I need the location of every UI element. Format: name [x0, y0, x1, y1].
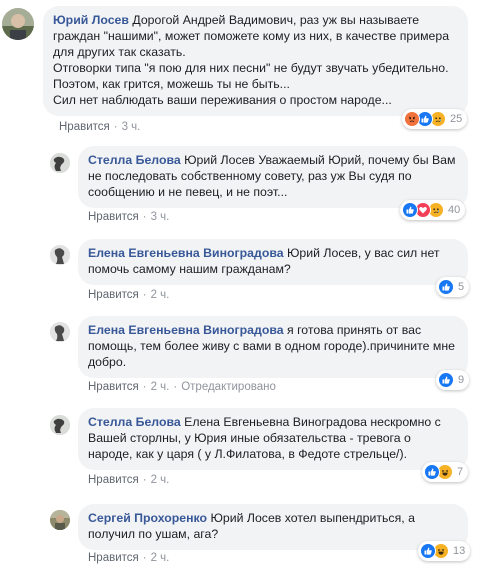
like-link[interactable]: Нравится	[88, 211, 139, 223]
edited-label[interactable]: Отредактировано	[181, 381, 276, 393]
separator-dot: ·	[113, 121, 118, 133]
reaction-summary[interactable]: 5	[436, 277, 470, 297]
like-link[interactable]: Нравится	[88, 289, 139, 301]
avatar[interactable]	[2, 8, 34, 40]
like-icon	[424, 464, 440, 480]
separator-dot: ·	[173, 381, 178, 393]
comment-text: Дорогой Андрей Вадимович, раз уж вы назы…	[53, 13, 450, 107]
comment-meta: Нравится · 2 ч.	[88, 474, 169, 486]
comment-meta: Нравится · 3 ч.	[88, 211, 169, 223]
comment-author[interactable]: Юрий Лосев	[53, 13, 129, 27]
reaction-count: 9	[458, 374, 465, 386]
angry-icon	[404, 111, 420, 127]
timestamp[interactable]: 3 ч.	[151, 211, 170, 223]
reaction-count: 5	[458, 281, 465, 293]
comment-bubble: Стелла Белова Елена Евгеньевна Виноградо…	[78, 408, 468, 470]
comment-bubble: Елена Евгеньевна Виноградова я готова пр…	[78, 316, 468, 378]
comment-author[interactable]: Стелла Белова	[88, 153, 181, 167]
avatar[interactable]	[50, 153, 70, 173]
comment-meta: Нравится · 3 ч.	[59, 121, 140, 133]
like-link[interactable]: Нравится	[88, 381, 139, 393]
comment-author[interactable]: Стелла Белова	[88, 415, 181, 429]
timestamp[interactable]: 2 ч.	[151, 289, 170, 301]
reaction-count: 40	[448, 204, 461, 216]
avatar[interactable]	[50, 510, 70, 530]
separator-dot: ·	[142, 381, 147, 393]
separator-dot: ·	[142, 474, 147, 486]
like-icon	[438, 372, 454, 388]
reaction-summary[interactable]: 9	[436, 370, 470, 390]
comment-author[interactable]: Елена Евгеньевна Виноградова	[88, 246, 284, 260]
comment-author[interactable]: Сергей Прохоренко	[88, 511, 207, 525]
like-link[interactable]: Нравится	[88, 552, 139, 564]
comment-bubble: Сергей Прохоренко Юрий Лосев хотел выпен…	[78, 504, 468, 550]
separator-dot: ·	[142, 552, 147, 564]
reaction-count: 25	[450, 113, 463, 125]
avatar[interactable]	[50, 415, 70, 435]
comment-meta: Нравится · 2 ч.	[88, 552, 169, 564]
like-link[interactable]: Нравится	[88, 474, 139, 486]
reaction-summary[interactable]: 13	[418, 541, 471, 561]
timestamp[interactable]: 2 ч.	[151, 552, 170, 564]
reaction-summary[interactable]: 7	[422, 462, 469, 482]
timestamp[interactable]: 2 ч.	[151, 381, 170, 393]
like-icon	[438, 279, 454, 295]
reaction-summary[interactable]: 25	[402, 109, 468, 129]
reaction-count: 7	[457, 466, 464, 478]
comment-bubble: Юрий Лосев Дорогой Андрей Вадимович, раз…	[43, 6, 468, 116]
avatar[interactable]	[50, 245, 70, 265]
separator-dot: ·	[142, 289, 147, 301]
comment-meta: Нравится · 2 ч. · Отредактировано	[88, 381, 276, 393]
reaction-count: 13	[453, 545, 466, 557]
timestamp[interactable]: 2 ч.	[151, 474, 170, 486]
comment-meta: Нравится · 2 ч.	[88, 289, 169, 301]
like-icon	[420, 543, 436, 559]
timestamp[interactable]: 3 ч.	[122, 121, 141, 133]
comment-author[interactable]: Елена Евгеньевна Виноградова	[88, 323, 284, 337]
avatar[interactable]	[50, 322, 70, 342]
like-icon	[402, 202, 418, 218]
like-link[interactable]: Нравится	[59, 121, 110, 133]
reaction-summary[interactable]: 40	[400, 200, 466, 220]
separator-dot: ·	[142, 211, 147, 223]
comment-bubble: Стелла Белова Юрий Лосев Уважаемый Юрий,…	[78, 146, 468, 208]
comment-bubble: Елена Евгеньевна Виноградова Юрий Лосев,…	[78, 239, 468, 285]
